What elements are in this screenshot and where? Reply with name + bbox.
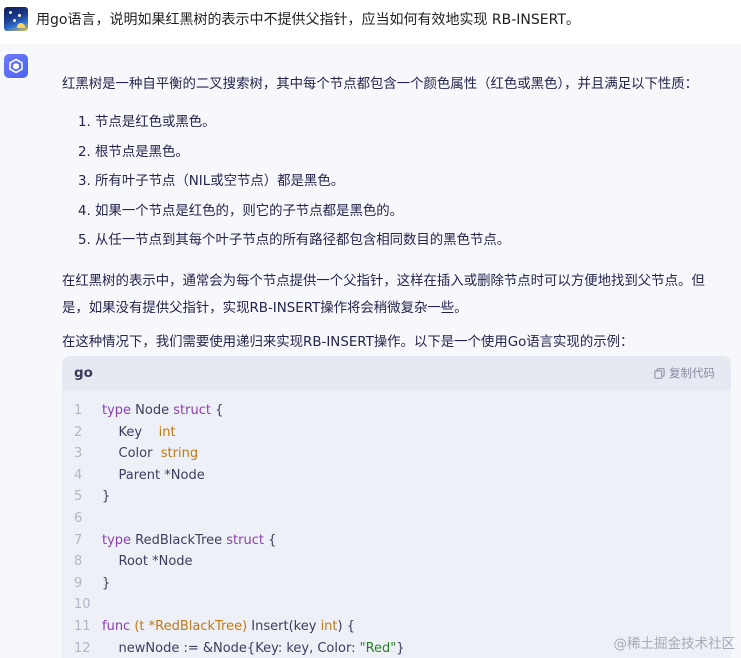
copy-code-label: 复制代码 bbox=[669, 366, 715, 380]
watermark: @稀土掘金技术社区 bbox=[613, 636, 736, 652]
assistant-answer: 红黑树是一种自平衡的二叉搜索树，其中每个节点都包含一个颜色属性（红色或黑色），并… bbox=[0, 44, 741, 658]
code-type: int bbox=[320, 618, 338, 634]
code-body[interactable]: 1 type Node struct { 2 Key int 3 Color s… bbox=[62, 390, 731, 658]
code-text: RedBlackTree bbox=[131, 532, 227, 548]
code-line: 3 Color string bbox=[62, 443, 731, 465]
code-keyword: struct bbox=[226, 532, 264, 548]
code-keyword: type bbox=[102, 532, 132, 548]
code-type: int bbox=[158, 424, 176, 440]
line-number: 9 bbox=[74, 575, 83, 591]
code-text: newNode := &Node{Key: key, Color: bbox=[102, 640, 360, 656]
code-header: go 复制代码 bbox=[62, 356, 731, 390]
code-keyword: func bbox=[102, 618, 131, 634]
paragraph-line: 在红黑树的表示中，通常会为每个节点提供一个父指针，这样在插入或删除节点时可以方便… bbox=[62, 273, 705, 289]
user-avatar[interactable] bbox=[4, 7, 28, 31]
line-number: 5 bbox=[74, 489, 83, 505]
code-text: Insert(key bbox=[247, 618, 321, 634]
list-item: 5. 从任一节点到其每个叶子节点的所有路径都包含相同数目的黑色节点。 bbox=[78, 233, 511, 248]
code-text: { bbox=[210, 403, 224, 418]
line-number: 6 bbox=[74, 510, 83, 526]
answer-content: 红黑树是一种自平衡的二叉搜索树，其中每个节点都包含一个颜色属性（红色或黑色），并… bbox=[62, 74, 732, 354]
list-item: 3. 所有叶子节点（NIL或空节点）都是黑色。 bbox=[78, 174, 345, 189]
line-number: 12 bbox=[74, 640, 91, 656]
copy-icon bbox=[654, 367, 665, 379]
line-number: 8 bbox=[74, 554, 83, 570]
question-text: 用go语言，说明如果红黑树的表示中不提供父指针，应当如何有效地实现 RB-INS… bbox=[36, 12, 580, 28]
code-line: 7 type RedBlackTree struct { bbox=[62, 530, 731, 552]
list-item: 2. 根节点是黑色。 bbox=[78, 144, 189, 160]
code-text: Parent *Node bbox=[102, 467, 205, 483]
code-text: ) { bbox=[337, 618, 355, 634]
line-number: 7 bbox=[74, 532, 83, 548]
code-line: 5 } bbox=[62, 486, 731, 508]
code-text: Key bbox=[102, 424, 159, 440]
line-number: 3 bbox=[74, 446, 83, 462]
line-number: 1 bbox=[74, 403, 83, 418]
code-line: 10 bbox=[62, 594, 731, 616]
answer-paragraph-parent-pointer: 在红黑树的表示中，通常会为每个节点提供一个父指针，这样在插入或删除节点时可以方便… bbox=[62, 268, 732, 322]
line-number: 11 bbox=[74, 618, 91, 634]
properties-list: 1. 节点是红色或黑色。 2. 根节点是黑色。 3. 所有叶子节点（NIL或空节… bbox=[78, 112, 732, 260]
code-type: string bbox=[160, 446, 199, 462]
code-line: 6 bbox=[62, 508, 731, 530]
line-number: 10 bbox=[74, 597, 91, 613]
code-line: 4 Parent *Node bbox=[62, 465, 731, 487]
code-string: "Red" bbox=[359, 640, 397, 656]
answer-paragraph-recursion: 在这种情况下，我们需要使用递归来实现RB-INSERT操作。以下是一个使用Go语… bbox=[62, 334, 634, 350]
code-text: { bbox=[263, 532, 277, 548]
code-line: 1 type Node struct { bbox=[62, 400, 731, 422]
code-line: 8 Root *Node bbox=[62, 551, 731, 573]
code-keyword: struct bbox=[173, 403, 211, 418]
code-text: } bbox=[396, 640, 405, 656]
paragraph-line: 是，如果没有提供父指针，实现RB-INSERT操作将会稍微复杂一些。 bbox=[62, 300, 468, 316]
code-receiver: (t *RedBlackTree) bbox=[130, 618, 248, 634]
code-text: Node bbox=[131, 403, 174, 418]
answer-intro: 红黑树是一种自平衡的二叉搜索树，其中每个节点都包含一个颜色属性（红色或黑色），并… bbox=[62, 77, 699, 92]
code-language-label: go bbox=[74, 365, 93, 381]
user-question-row: 用go语言，说明如果红黑树的表示中不提供父指针，应当如何有效地实现 RB-INS… bbox=[0, 0, 741, 44]
code-text: Color bbox=[102, 446, 161, 462]
copy-code-button[interactable]: 复制代码 bbox=[654, 365, 715, 381]
code-line: 9 } bbox=[62, 573, 731, 595]
code-text: Root *Node bbox=[102, 554, 193, 570]
assistant-logo-icon bbox=[4, 54, 28, 78]
code-text: } bbox=[102, 575, 111, 591]
code-text: } bbox=[102, 489, 111, 505]
line-number: 2 bbox=[74, 424, 83, 440]
code-block: go 复制代码 1 type Node struct { 2 Key int 3 bbox=[62, 356, 731, 658]
list-item: 4. 如果一个节点是红色的，则它的子节点都是黑色的。 bbox=[78, 203, 404, 219]
list-item: 1. 节点是红色或黑色。 bbox=[78, 115, 216, 130]
code-keyword: type bbox=[102, 403, 132, 418]
code-line: 2 Key int bbox=[62, 422, 731, 444]
line-number: 4 bbox=[74, 467, 83, 483]
